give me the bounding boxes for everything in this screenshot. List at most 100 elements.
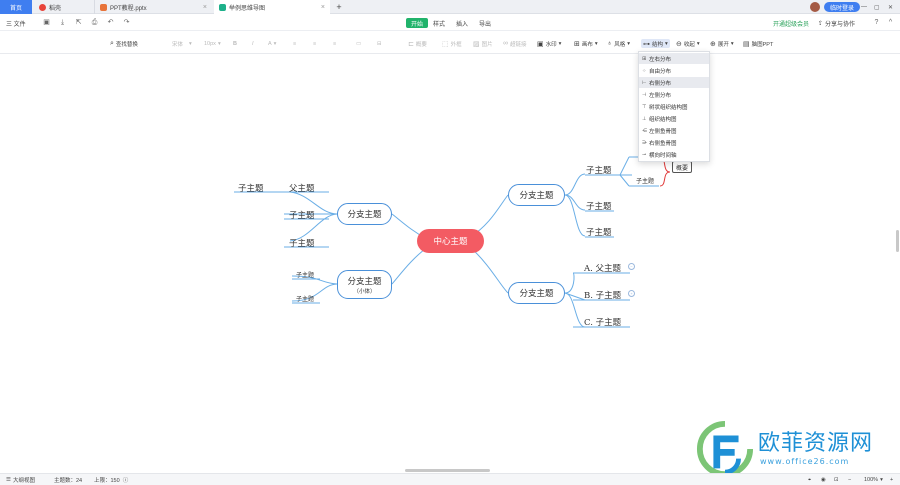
sub-topic[interactable]: 子主题 [238,182,264,194]
italic-button[interactable]: I [252,39,254,48]
canvas-button[interactable]: ⊞ 画布 ▾ [574,39,598,48]
horizontal-scrollbar[interactable] [405,469,490,472]
sub-topic[interactable]: 子主题 [296,294,314,303]
vertical-scrollbar[interactable] [896,230,899,252]
tab-daoke[interactable]: 稻壳 [34,0,92,14]
sub-topic[interactable]: 子主题 [586,200,612,212]
vip-link[interactable]: 开通超级会员 [773,18,809,28]
align-center-icon[interactable]: ≡ [313,39,316,48]
menu-item-right[interactable]: ⊢ 右侧分布 [639,77,709,88]
sub-topic[interactable]: 子主题 [296,270,314,279]
save-icon[interactable]: ▣ [42,18,51,27]
branch-label: 分支主题 [519,289,554,299]
info-icon[interactable]: ⓘ [123,476,129,484]
expand-toggle-icon[interactable]: − [628,263,635,270]
tab-start[interactable]: 开始 [406,18,429,28]
hyperlink-button[interactable]: ∞ 超链接 [503,39,527,48]
close-icon[interactable]: × [203,4,207,11]
outer-frame-button[interactable]: ⬚ 外框 [442,39,462,48]
align-right-icon[interactable]: ≡ [333,39,336,48]
close-window-icon[interactable]: ✕ [888,0,893,14]
menu-item-timeline[interactable]: ⊸ 横向时间轴 [639,149,709,160]
free-layout-icon: ⁘ [642,67,647,74]
structure-button[interactable]: ⊶ 结构 ▾ [641,39,670,48]
menu-item-tree-org[interactable]: ⊤ 树状组织结构图 [639,101,709,112]
style-button[interactable]: ♁ 风格 ▾ [607,39,630,48]
mindmap-ppt-button[interactable]: ▤ 脑图PPT [743,39,773,48]
locate-icon[interactable]: ⌖ [808,476,811,484]
find-replace-button[interactable]: ⌕ 查找替换 [110,39,138,48]
summary-node[interactable]: 概要 [672,161,692,173]
center-topic[interactable]: 中心主题 [417,229,484,253]
mindmap-canvas[interactable]: 中心主题 分支主题 分支主题 （小体） 分支主题 分支主题 子主题 父主题 子主… [0,55,900,471]
undo-icon[interactable]: ↶ [106,18,115,27]
outline-view-button[interactable]: ☰ 大纲视图 [6,476,35,484]
menu-item-left[interactable]: ⊣ 左侧分布 [639,89,709,100]
tab-export[interactable]: 导出 [479,18,491,28]
expand-toggle-icon[interactable]: + [628,290,635,297]
sub-topic[interactable]: 子主题 [289,237,315,249]
outline-label: 大纲视图 [12,478,35,484]
tab-home[interactable]: 首页 [0,0,32,14]
zoom-out-icon[interactable]: − [848,476,851,484]
menu-item-free[interactable]: ⁘ 自由分布 [639,65,709,76]
share-button[interactable]: ⇪ 分享与协作 [818,18,855,28]
branch-topic-right-bottom[interactable]: 分支主题 [508,282,565,304]
sub-topic[interactable]: 子主题 [289,209,315,221]
login-button[interactable]: 临时登录 [824,2,861,12]
close-icon[interactable]: × [321,4,325,11]
tab-ppt[interactable]: PPT教程.pptx × [94,0,212,14]
add-tab-button[interactable]: + [333,0,345,14]
line-style-icon[interactable]: ⊟ [377,39,382,48]
tab-style[interactable]: 样式 [433,18,445,28]
maximize-icon[interactable]: ▢ [874,0,880,14]
expand-button[interactable]: ⊕ 展开 ▾ [710,39,734,48]
download-icon[interactable]: ⤓ [58,18,67,27]
collapse-button[interactable]: ⊖ 收起 ▾ [676,39,700,48]
watermark-button[interactable]: ▣ 水印 ▾ [537,39,561,48]
font-size-select[interactable]: 10px ▾ [204,39,221,48]
menu-item-org[interactable]: ⊥ 组织结构图 [639,113,709,124]
print-icon[interactable]: ⎙ [90,18,99,27]
sub-topic[interactable]: 子主题 [636,176,654,185]
daoke-logo-icon [39,3,46,11]
tab-mindmap[interactable]: 举例思维导图 × [214,0,330,14]
bold-button[interactable]: B [233,39,237,48]
eye-icon[interactable]: ◉ [821,476,826,484]
zoom-level[interactable]: 100% ▾ [864,476,883,484]
sub-topic[interactable]: 子主题 [586,164,612,176]
redo-icon[interactable]: ↷ [122,18,131,27]
sub-topic-label: 子主题 [586,202,612,212]
tab-export-label: 导出 [479,21,492,28]
export-file-icon[interactable]: ⇱ [74,18,83,27]
branch-topic-left-top[interactable]: 分支主题 [337,203,392,225]
align-left-icon[interactable]: ≡ [293,39,296,48]
node-style-icon[interactable]: ▭ [356,39,361,48]
branch-topic-right-top[interactable]: 分支主题 [508,184,565,206]
file-menu[interactable]: 三 文件 [6,18,26,28]
watermark-title: 欧菲资源网 [758,431,874,456]
branch-topic-left-bottom[interactable]: 分支主题 （小体） [337,270,392,299]
menu-item-right-fishbone[interactable]: ⋺ 右侧鱼骨图 [639,137,709,148]
summary-button[interactable]: ⊏ 概要 [408,39,427,48]
menu-item-left-fishbone[interactable]: ⋲ 左侧鱼骨图 [639,125,709,136]
help-icon[interactable]: ? [872,18,881,27]
list-item-label: C. 子主题 [584,318,622,328]
menu-item-left-right[interactable]: ⊞ 左右分布 [639,53,709,64]
font-select[interactable]: 宋体 ▾ [172,39,192,48]
fit-screen-icon[interactable]: ⊡ [834,476,839,484]
parent-topic[interactable]: 父主题 [289,182,315,194]
avatar[interactable] [810,2,820,12]
list-item-c[interactable]: C. 子主题 [584,316,621,328]
font-color-button[interactable]: A ▾ [268,39,276,48]
collapse-ribbon-icon[interactable]: ^ [886,18,895,27]
zoom-in-icon[interactable]: + [890,476,893,484]
sub-topic-label: 子主题 [586,228,612,238]
tab-insert[interactable]: 插入 [456,18,468,28]
topic-count: 主题数：24 [54,476,82,484]
list-item-a[interactable]: A. 父主题 [584,262,621,274]
list-item-b[interactable]: B. 子主题 [584,289,621,301]
image-button[interactable]: ▨ 图片 [473,39,493,48]
minimize-icon[interactable]: — [861,0,867,14]
sub-topic[interactable]: 子主题 [586,226,612,238]
